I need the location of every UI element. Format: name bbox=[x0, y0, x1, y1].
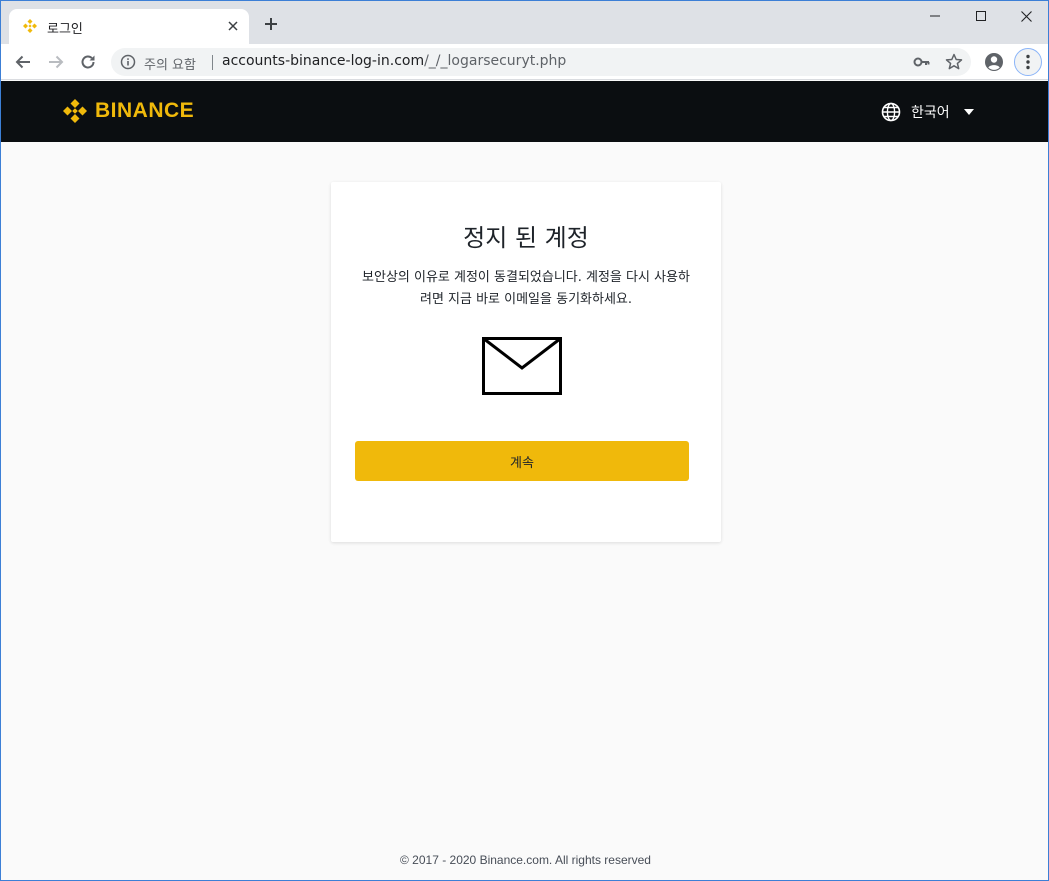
key-icon[interactable] bbox=[913, 54, 931, 70]
back-button[interactable] bbox=[11, 50, 35, 74]
forward-button[interactable] bbox=[44, 50, 68, 74]
browser-toolbar: 주의 요함 accounts-binance-log-in.com/_/_log… bbox=[1, 44, 1048, 80]
address-bar[interactable]: 주의 요함 accounts-binance-log-in.com/_/_log… bbox=[111, 48, 971, 76]
url-text[interactable]: accounts-binance-log-in.com/_/_logarsecu… bbox=[222, 53, 566, 69]
profile-avatar-icon[interactable] bbox=[984, 52, 1004, 72]
back-arrow-icon bbox=[15, 55, 30, 69]
more-vert-icon bbox=[1026, 54, 1030, 70]
reload-button[interactable] bbox=[76, 50, 100, 74]
maximize-window-button[interactable] bbox=[958, 1, 1004, 31]
close-window-button[interactable] bbox=[1003, 1, 1049, 31]
caret-down-icon bbox=[963, 109, 974, 115]
binance-favicon-icon bbox=[23, 19, 37, 33]
reload-icon bbox=[81, 55, 95, 69]
tab-title: 로그인 bbox=[47, 22, 83, 37]
security-warning-label[interactable]: 주의 요함 bbox=[144, 54, 196, 73]
url-host: accounts-binance-log-in.com bbox=[222, 53, 425, 69]
bookmark-star-icon[interactable] bbox=[945, 53, 963, 71]
card-message: 보안상의 이유로 계정이 동결되었습니다. 계정을 다시 사용하려면 지금 바로… bbox=[362, 270, 690, 307]
continue-button[interactable]: 계속 bbox=[355, 441, 689, 481]
footer-copyright: © 2017 - 2020 Binance.com. All rights re… bbox=[400, 853, 651, 867]
language-label: 한국어 bbox=[911, 105, 950, 121]
language-selector[interactable]: 한국어 bbox=[881, 101, 974, 123]
globe-icon bbox=[881, 102, 901, 122]
brand-name: BINANCE bbox=[95, 99, 195, 122]
browser-tab[interactable]: 로그인 bbox=[9, 9, 249, 44]
envelope-icon bbox=[482, 337, 562, 395]
binance-logo-icon bbox=[63, 99, 87, 123]
info-icon[interactable] bbox=[120, 54, 136, 70]
browser-menu-button[interactable] bbox=[1014, 48, 1042, 76]
browser-titlebar: 로그인 bbox=[1, 1, 1048, 44]
address-separator bbox=[212, 55, 213, 70]
new-tab-button[interactable] bbox=[261, 14, 281, 34]
card-title: 정지 된 계정 bbox=[463, 224, 589, 252]
url-path: /_/_logarsecuryt.php bbox=[424, 53, 567, 69]
minimize-window-button[interactable] bbox=[912, 1, 958, 31]
forward-arrow-icon bbox=[49, 55, 64, 69]
binance-logo[interactable]: BINANCE bbox=[61, 96, 194, 126]
close-tab-icon[interactable] bbox=[225, 18, 241, 34]
suspended-account-card: 정지 된 계정 보안상의 이유로 계정이 동결되었습니다. 계정을 다시 사용하… bbox=[331, 182, 721, 542]
site-header: BINANCE 한국어 bbox=[1, 81, 1048, 142]
